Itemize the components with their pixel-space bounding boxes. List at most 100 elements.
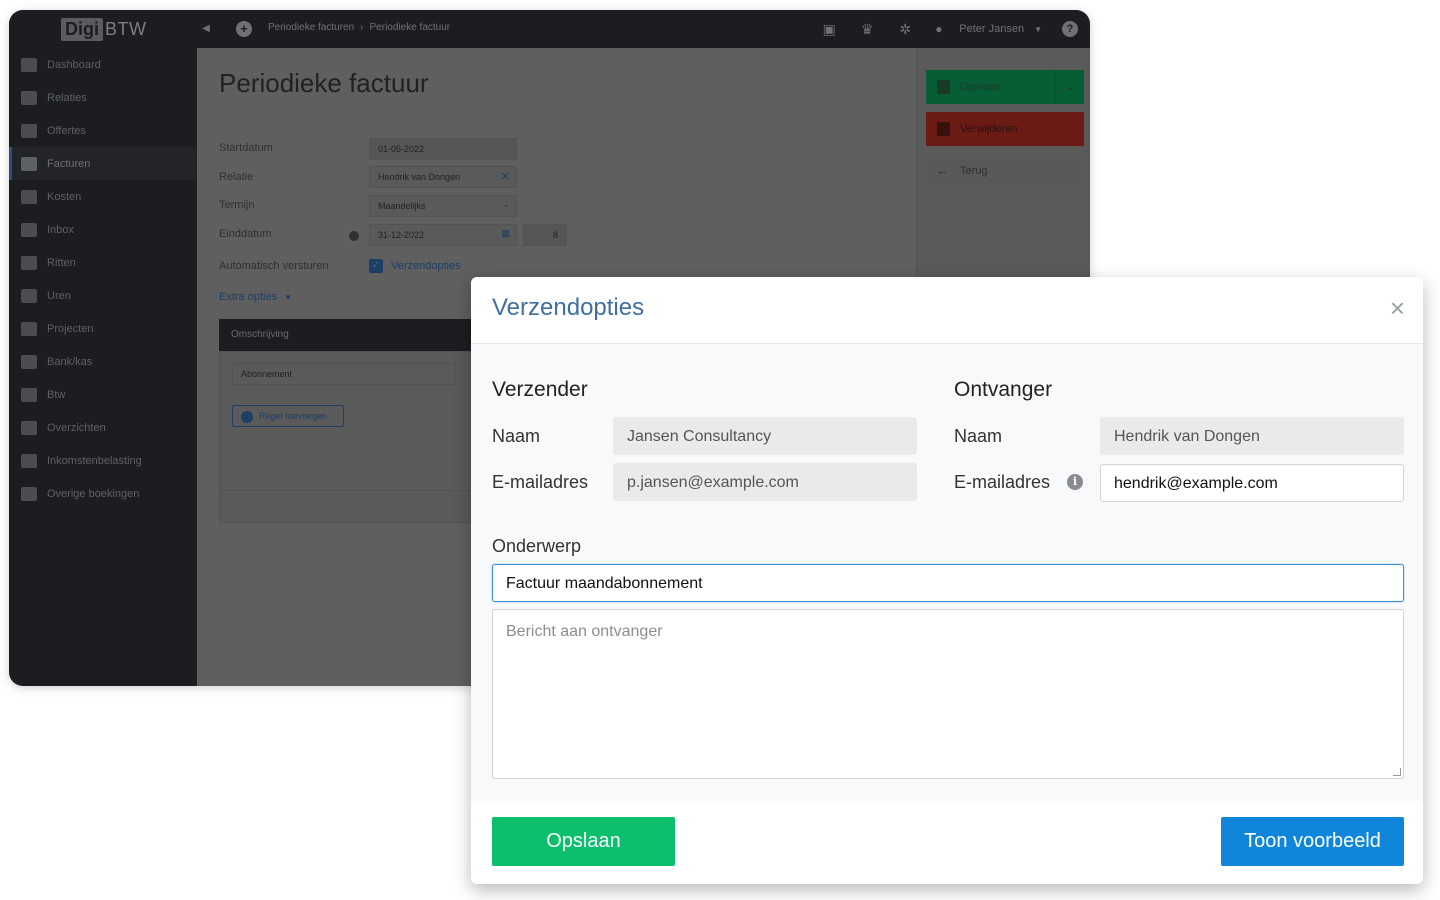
inbox-icon bbox=[21, 222, 37, 237]
sidebar-item-inkomstenbelasting[interactable]: Inkomstenbelasting bbox=[9, 444, 197, 477]
save-label: Opslaan bbox=[960, 81, 1001, 93]
clear-icon[interactable]: ✕ bbox=[501, 170, 510, 183]
sidebar-item-uren[interactable]: Uren bbox=[9, 279, 197, 312]
einddatum-field[interactable]: 31-12-2022 ▦ bbox=[369, 224, 517, 246]
save-button[interactable]: Opslaan ⌄ bbox=[926, 70, 1084, 104]
close-icon[interactable]: × bbox=[1390, 295, 1405, 321]
sidebar-item-overzichten[interactable]: Overzichten bbox=[9, 411, 197, 444]
auto-send-checkbox[interactable]: ✓ bbox=[369, 259, 383, 273]
sidebar-item-inbox[interactable]: Inbox bbox=[9, 213, 197, 246]
extra-opties-toggle[interactable]: Extra opties ▼ bbox=[219, 291, 292, 303]
breadcrumb-separator: › bbox=[360, 22, 364, 33]
sidebar-item-projecten[interactable]: Projecten bbox=[9, 312, 197, 345]
sidebar-item-label: Overzichten bbox=[47, 421, 106, 434]
user-menu[interactable]: ● Peter Jansen ▼ bbox=[935, 22, 1042, 36]
message-placeholder: Bericht aan ontvanger bbox=[506, 623, 663, 640]
help-icon[interactable]: ? bbox=[1062, 21, 1078, 37]
sidebar-item-label: Ritten bbox=[47, 256, 76, 269]
sidebar-item-overige-boekingen[interactable]: Overige boekingen bbox=[9, 477, 197, 510]
collapse-sidebar-icon[interactable]: ◀ bbox=[199, 22, 213, 36]
sidebar-item-relaties[interactable]: Relaties bbox=[9, 81, 197, 114]
sidebar-item-dashboard[interactable]: Dashboard bbox=[9, 48, 197, 81]
delete-button[interactable]: Verwijderen bbox=[926, 112, 1084, 146]
top-bar: Digi BTW ◀ + Periodieke facturen › Periodi… bbox=[9, 10, 1090, 48]
sidebar-item-bank-kas[interactable]: Bank/kas bbox=[9, 345, 197, 378]
trash-icon bbox=[937, 122, 950, 136]
description-input[interactable]: Abonnement bbox=[232, 363, 456, 385]
floppy-icon bbox=[937, 80, 950, 94]
sidebar-item-label: Relaties bbox=[47, 91, 87, 104]
top-icons: ▣ ♛ ✲ ● Peter Jansen ▼ ? bbox=[799, 10, 1090, 48]
sidebar: Dashboard Relaties Offertes Facturen Kos… bbox=[9, 48, 197, 686]
breadcrumb-item: Periodieke factuur bbox=[369, 22, 451, 33]
receiver-name-label: Naam bbox=[954, 426, 1003, 446]
einddatum-value: 31-12-2022 bbox=[378, 230, 425, 240]
sidebar-item-label: Bank/kas bbox=[47, 355, 93, 368]
info-icon[interactable]: i bbox=[1067, 474, 1083, 490]
dashboard-icon bbox=[21, 57, 37, 72]
relatie-label: Relatie bbox=[219, 171, 254, 183]
sidebar-item-facturen[interactable]: Facturen bbox=[9, 147, 197, 180]
sidebar-item-kosten[interactable]: Kosten bbox=[9, 180, 197, 213]
calculator-icon bbox=[21, 387, 37, 402]
sidebar-item-label: Overige boekingen bbox=[47, 487, 140, 500]
subject-input[interactable]: Factuur maandabonnement bbox=[492, 564, 1404, 602]
resize-handle-icon[interactable] bbox=[1393, 768, 1401, 776]
plus-circle-icon bbox=[241, 411, 253, 423]
chevron-down-icon[interactable]: ⌄ bbox=[1054, 70, 1084, 104]
users-icon bbox=[21, 90, 37, 105]
termijn-select[interactable]: Maandelijks ⌄ bbox=[369, 195, 517, 217]
relatie-field[interactable]: Hendrik van Dongen ✕ bbox=[369, 166, 517, 188]
chevron-down-icon: ⌄ bbox=[502, 199, 510, 209]
logo-box: Digi bbox=[61, 17, 103, 41]
einddatum-count[interactable]: 8 bbox=[523, 224, 567, 246]
sidebar-item-label: Dashboard bbox=[47, 58, 101, 71]
modal-title: Verzendopties bbox=[492, 294, 645, 321]
table-header: Omschrijving bbox=[219, 319, 479, 351]
caret-down-icon: ▼ bbox=[1034, 24, 1042, 34]
breadcrumb: Periodieke facturen › Periodieke factuur bbox=[268, 22, 450, 33]
add-row-label: Regel toevoegen bbox=[259, 411, 328, 421]
add-row-button[interactable]: Regel toevoegen bbox=[232, 405, 344, 427]
breadcrumb-item[interactable]: Periodieke facturen bbox=[268, 22, 354, 33]
receiver-email-label: E-mailadres bbox=[954, 472, 1051, 492]
sidebar-item-label: Kosten bbox=[47, 190, 82, 203]
sidebar-item-ritten[interactable]: Ritten bbox=[9, 246, 197, 279]
clock-icon bbox=[21, 288, 37, 303]
verzendopties-link[interactable]: Verzendopties bbox=[391, 260, 461, 272]
sidebar-item-label: Inbox bbox=[47, 223, 74, 236]
chart-icon bbox=[21, 420, 37, 435]
logo-text: BTW bbox=[105, 18, 147, 39]
einddatum-label: Einddatum bbox=[219, 228, 272, 240]
page-title: Periodieke factuur bbox=[219, 68, 429, 98]
sidebar-item-label: Uren bbox=[47, 289, 71, 302]
receiver-name-field: Hendrik van Dongen bbox=[1100, 417, 1404, 455]
subject-label: Onderwerp bbox=[492, 536, 582, 556]
delete-label: Verwijderen bbox=[960, 123, 1018, 135]
sidebar-item-btw[interactable]: Btw bbox=[9, 378, 197, 411]
invoice-icon bbox=[21, 156, 37, 171]
startdatum-label: Startdatum bbox=[219, 142, 273, 154]
sidebar-item-offertes[interactable]: Offertes bbox=[9, 114, 197, 147]
auto-send-label: Automatisch versturen bbox=[219, 260, 329, 272]
logo[interactable]: Digi BTW bbox=[61, 17, 147, 41]
receiver-email-input[interactable]: hendrik@example.com bbox=[1100, 464, 1404, 502]
preview-button[interactable]: Toon voorbeeld bbox=[1221, 817, 1404, 866]
startdatum-field: 01-05-2022 bbox=[369, 138, 517, 160]
back-label: Terug bbox=[960, 165, 988, 177]
money-icon bbox=[21, 189, 37, 204]
calendar-icon[interactable]: ▣ bbox=[821, 21, 837, 37]
termijn-label: Termijn bbox=[219, 199, 255, 211]
calendar-icon[interactable]: ▦ bbox=[501, 228, 510, 239]
verzendopties-modal: Verzendopties × Verzender Ontvanger Naam… bbox=[471, 277, 1423, 884]
sender-name-field: Jansen Consultancy bbox=[613, 417, 917, 455]
save-button[interactable]: Opslaan bbox=[492, 817, 675, 866]
trophy-icon[interactable]: ♛ bbox=[859, 21, 875, 37]
info-icon[interactable] bbox=[349, 231, 359, 241]
add-icon[interactable]: + bbox=[236, 21, 252, 37]
back-button[interactable]: ← Terug bbox=[926, 154, 1084, 188]
user-icon: ● bbox=[935, 22, 943, 36]
gear-icon[interactable]: ✲ bbox=[897, 21, 913, 37]
sender-email-field: p.jansen@example.com bbox=[613, 463, 917, 501]
message-textarea[interactable]: Bericht aan ontvanger bbox=[492, 609, 1404, 779]
